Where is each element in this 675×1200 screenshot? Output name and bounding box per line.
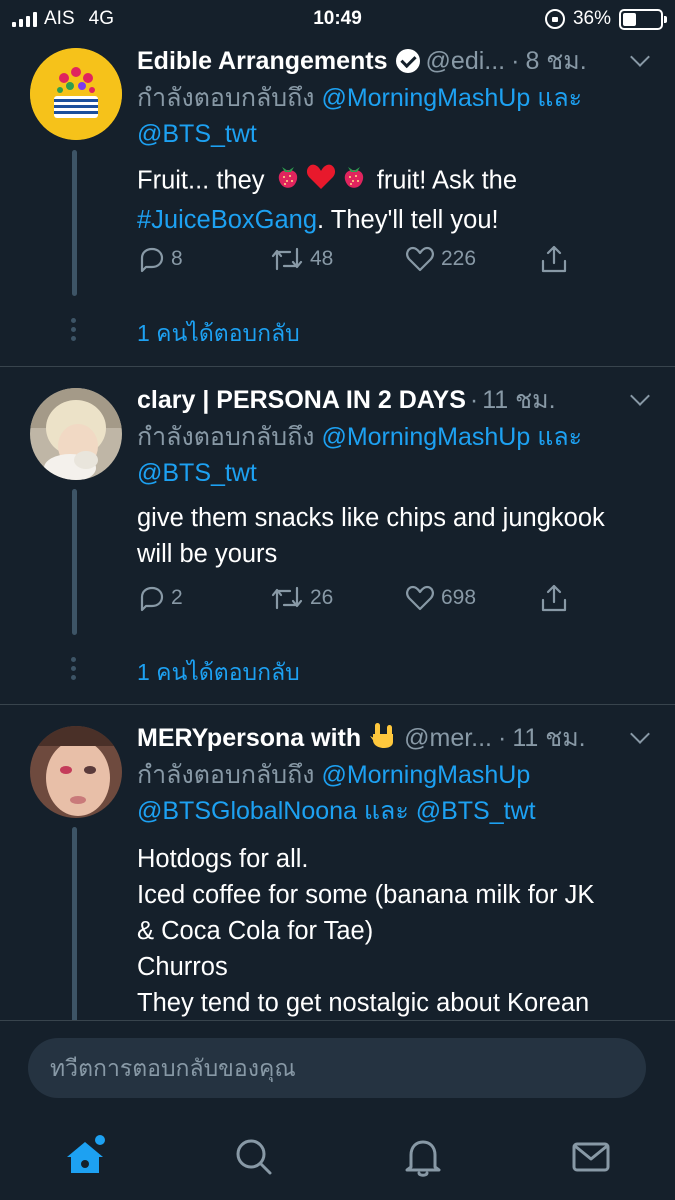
reply-input[interactable]: ทวีตการตอบกลับของคุณ — [28, 1038, 646, 1098]
avatar[interactable] — [30, 48, 122, 140]
mention-link[interactable]: @MorningMashUp — [321, 423, 530, 451]
handle: @mer... — [404, 723, 492, 752]
verified-badge-icon — [395, 49, 420, 73]
notifications-icon — [405, 1140, 441, 1177]
tab-bar — [0, 1115, 675, 1200]
tab-search[interactable] — [230, 1133, 278, 1181]
tweet-text: Hotdogs for all. Iced coffee for some (b… — [137, 845, 595, 1017]
tab-notifications[interactable] — [399, 1133, 447, 1181]
like-count: 698 — [441, 586, 477, 609]
retweet-count: 26 — [310, 586, 334, 609]
share-button[interactable] — [539, 242, 569, 276]
avatar[interactable] — [30, 388, 122, 480]
mention-link[interactable]: @MorningMashUp — [321, 84, 530, 112]
handle: @edi... — [425, 46, 506, 75]
retweet-button[interactable]: 26 — [270, 581, 333, 615]
tweet-clary[interactable]: clary | PERSONA IN 2 DAYS · 11 ชม. กำลัง… — [0, 367, 675, 704]
timestamp: 11 ชม. — [512, 724, 586, 752]
display-name[interactable]: MERYpersona with — [137, 724, 361, 753]
mention-link[interactable]: @BTS_twt — [137, 459, 257, 487]
tab-home[interactable] — [61, 1133, 109, 1181]
tweet-edible-arrangements[interactable]: Edible Arrangements @edi... · 8 ชม. กำลั… — [0, 0, 675, 366]
mention-link[interactable]: @BTS_twt — [137, 120, 257, 148]
reply-composer: ทวีตการตอบกลับของคุณ — [0, 1020, 675, 1115]
search-icon — [236, 1139, 272, 1175]
screen: AIS 4G 10:49 36% Edible Arrangements @ed… — [0, 0, 675, 1200]
reply-icon — [140, 586, 164, 612]
more-replies-dots-icon — [71, 318, 77, 341]
messages-icon — [572, 1142, 610, 1172]
heart-icon — [406, 246, 434, 272]
more-replies-dots-icon — [71, 657, 77, 680]
strawberry-icon — [339, 162, 369, 202]
like-button[interactable]: 226 — [405, 242, 476, 276]
replying-to: กำลังตอบกลับถึง @MorningMashUp @BTSGloba… — [137, 761, 536, 825]
reply-count: 2 — [171, 586, 183, 609]
show-replies-link[interactable]: 1 คนได้ตอบกลับ — [137, 316, 300, 352]
reply-count: 8 — [171, 247, 183, 270]
show-replies-link[interactable]: 1 คนได้ตอบกลับ — [137, 655, 300, 691]
tweet-text: give them snacks like chips and jungkook… — [137, 504, 605, 568]
tweet-text: Fruit... they fruit! Ask the #JuiceBoxGan… — [137, 162, 657, 238]
avatar[interactable] — [30, 726, 122, 818]
reply-button[interactable]: 2 — [137, 581, 183, 615]
tweet-actions: 2 26 698 — [137, 581, 577, 615]
reply-button[interactable]: 8 — [137, 242, 183, 276]
retweet-count: 48 — [310, 247, 334, 270]
reply-icon — [140, 247, 164, 273]
rock-on-hand-icon — [367, 720, 397, 757]
retweet-icon — [271, 247, 303, 271]
retweet-icon — [271, 586, 303, 610]
thread-line — [72, 827, 77, 1020]
share-button[interactable] — [539, 581, 569, 615]
timestamp: 11 ชม. — [482, 386, 556, 414]
thread-line — [72, 489, 77, 635]
timestamp: 8 ชม. — [525, 47, 587, 75]
mention-link[interactable]: @BTSGlobalNoona — [137, 797, 357, 825]
display-name[interactable]: Edible Arrangements — [137, 47, 388, 76]
share-icon — [541, 584, 567, 612]
replying-to: กำลังตอบกลับถึง @MorningMashUp และ @BTS_… — [137, 84, 583, 148]
share-icon — [541, 245, 567, 273]
home-icon — [67, 1135, 105, 1173]
mention-link[interactable]: @MorningMashUp — [321, 761, 530, 789]
mention-link[interactable]: @BTS_twt — [416, 797, 536, 825]
heart-icon — [406, 585, 434, 611]
tweet-merypersona[interactable]: MERYpersona with @mer... · 11 ชม. กำลังต… — [0, 705, 675, 1020]
like-button[interactable]: 698 — [405, 581, 476, 615]
display-name[interactable]: clary | PERSONA IN 2 DAYS — [137, 386, 466, 415]
tweet-actions: 8 48 226 — [137, 242, 577, 276]
replying-to: กำลังตอบกลับถึง @MorningMashUp และ @BTS_… — [137, 423, 583, 487]
thread-line — [72, 150, 77, 296]
hashtag-link[interactable]: #JuiceBoxGang — [137, 206, 317, 234]
strawberry-icon — [273, 162, 303, 202]
retweet-button[interactable]: 48 — [270, 242, 333, 276]
red-heart-icon — [305, 162, 337, 202]
like-count: 226 — [441, 247, 477, 270]
tab-messages[interactable] — [567, 1133, 615, 1181]
